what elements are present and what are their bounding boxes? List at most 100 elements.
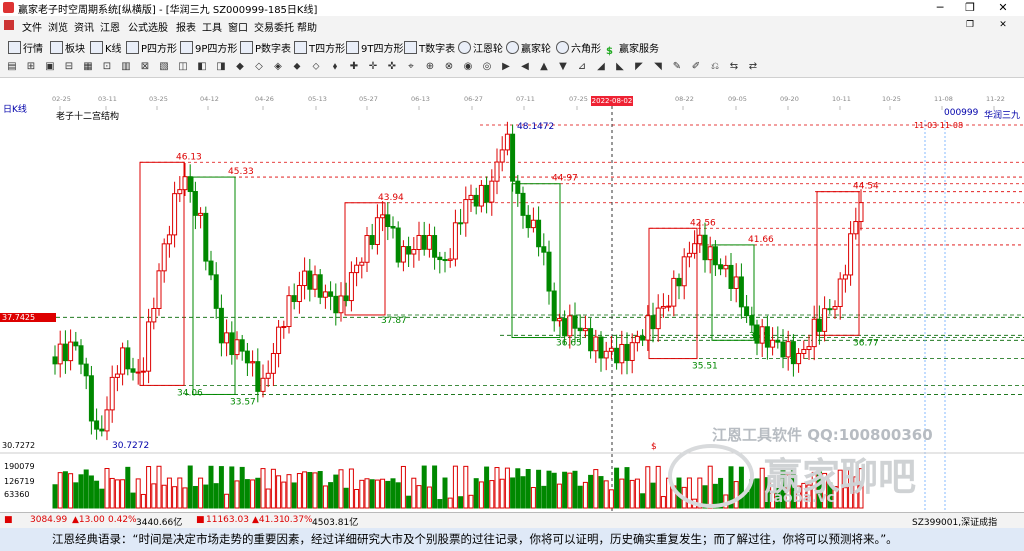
draw-tool-icon[interactable]: ⬦: [310, 61, 322, 73]
draw-tool-icon[interactable]: ◥: [652, 61, 664, 73]
draw-tool-icon[interactable]: ⊿: [576, 61, 588, 73]
volume-bar: [452, 465, 458, 509]
draw-tool-icon[interactable]: ◫: [177, 61, 189, 73]
menu-formula[interactable]: 公式选股: [128, 19, 168, 34]
date-tick: 03-25: [149, 95, 168, 103]
candle-body: [317, 274, 323, 298]
draw-tool-icon[interactable]: ▦: [82, 61, 94, 73]
draw-tool-icon[interactable]: ▤: [6, 61, 18, 73]
draw-tool-icon[interactable]: ⇆: [728, 61, 740, 73]
draw-tool-icon[interactable]: ⊗: [443, 61, 455, 73]
draw-tool-icon[interactable]: ◉: [462, 61, 474, 73]
draw-tool-icon[interactable]: ▼: [557, 61, 569, 73]
draw-tool-icon[interactable]: ◨: [215, 61, 227, 73]
tb-kline-button[interactable]: K线: [90, 40, 122, 55]
inner-restore-icon[interactable]: ❐: [955, 18, 985, 34]
candle-body: [265, 372, 271, 379]
candle-body: [515, 180, 521, 194]
quote-bar: 江恩经典语录：“时间是决定市场走势的重要因素，经过详细研究大市及个别股票的过往记…: [0, 528, 1024, 551]
draw-tool-icon[interactable]: ◇: [253, 61, 265, 73]
candle-body: [525, 214, 531, 229]
tb-label: K线: [105, 44, 122, 55]
draw-tool-icon[interactable]: ◢: [595, 61, 607, 73]
draw-tool-icon[interactable]: ◈: [272, 61, 284, 73]
candle-body: [811, 318, 817, 348]
date-axis: 02-25 03-11 03-25 04-12 04-26 05-13 05-27 06-13…: [0, 95, 1024, 106]
menu-file[interactable]: 文件: [22, 19, 42, 34]
tb-sector-button[interactable]: 板块: [50, 40, 85, 55]
tb-9p-square-button[interactable]: 9P四方形: [180, 40, 237, 55]
sh-index[interactable]: 3084.99: [30, 515, 67, 525]
menu-tools[interactable]: 工具: [202, 19, 222, 34]
tb-quote-button[interactable]: 行情: [8, 40, 43, 55]
tb-p-square-button[interactable]: P四方形: [126, 40, 177, 55]
tb-winner-wheel-button[interactable]: 赢家轮: [506, 40, 551, 55]
menu-browse[interactable]: 浏览: [48, 19, 68, 34]
menu-trade[interactable]: 交易委托: [254, 19, 294, 34]
draw-tool-icon[interactable]: ⊠: [139, 61, 151, 73]
draw-tool-icon[interactable]: ▶: [500, 61, 512, 73]
draw-tool-icon[interactable]: ✐: [690, 61, 702, 73]
draw-tool-icon[interactable]: ◎: [481, 61, 493, 73]
tb-t-number-button[interactable]: T数字表: [404, 40, 455, 55]
candle-body: [343, 295, 349, 302]
draw-tool-icon[interactable]: ▣: [44, 61, 56, 73]
draw-tool-icon[interactable]: ⎌: [709, 61, 721, 73]
minimize-button[interactable]: ─: [925, 0, 955, 16]
draw-tool-icon[interactable]: ✛: [367, 61, 379, 73]
volume-bar: [338, 469, 344, 509]
draw-tool-icon[interactable]: ✚: [348, 61, 360, 73]
low-price-label: 30.7272: [112, 441, 150, 451]
tb-hexagon-button[interactable]: 六角形: [556, 40, 601, 55]
candle-body: [156, 270, 162, 309]
menu-news[interactable]: 资讯: [74, 19, 94, 34]
draw-tool-icon[interactable]: ◆: [234, 61, 246, 73]
close-button[interactable]: ✕: [988, 0, 1018, 16]
sz-index[interactable]: 11163.03: [206, 515, 249, 525]
candle-body: [385, 214, 391, 228]
tb-label: 六角形: [571, 44, 601, 55]
draw-tool-icon[interactable]: ◤: [633, 61, 645, 73]
draw-tool-icon[interactable]: ◀: [519, 61, 531, 73]
draw-tool-icon[interactable]: ◧: [196, 61, 208, 73]
draw-tool-icon[interactable]: ▲: [538, 61, 550, 73]
menu-report[interactable]: 报表: [176, 19, 196, 34]
candle-body: [161, 243, 167, 272]
draw-tool-icon[interactable]: ▧: [158, 61, 170, 73]
candle-body: [395, 227, 401, 263]
draw-tool-icon[interactable]: ⌖: [405, 61, 417, 73]
draw-tool-icon[interactable]: ⊡: [101, 61, 113, 73]
draw-tool-icon[interactable]: ▥: [120, 61, 132, 73]
draw-tool-icon[interactable]: ⇄: [747, 61, 759, 73]
volume-bar: [520, 476, 526, 509]
draw-tool-icon[interactable]: ⬥: [291, 61, 303, 73]
volume-bar: [192, 485, 198, 509]
volume-bar: [57, 472, 63, 509]
candle-body: [374, 217, 380, 245]
tb-gann-wheel-button[interactable]: 江恩轮: [458, 40, 503, 55]
gann-wheel-icon: [458, 41, 471, 54]
draw-tool-icon[interactable]: ✜: [386, 61, 398, 73]
draw-tool-icon[interactable]: ✎: [671, 61, 683, 73]
volume-bar: [125, 466, 131, 509]
candle-body: [307, 270, 313, 290]
volume-bar: [172, 486, 178, 509]
sh-amount: 3440.66亿: [136, 518, 183, 528]
restore-button[interactable]: ❐: [955, 0, 985, 16]
volume-bar: [437, 499, 443, 509]
date-tick: 05-13: [308, 95, 327, 103]
draw-tool-icon[interactable]: ◣: [614, 61, 626, 73]
draw-tool-icon[interactable]: ⊟: [63, 61, 75, 73]
inner-close-icon[interactable]: ✕: [988, 18, 1018, 34]
draw-tool-icon[interactable]: ⬧: [329, 61, 341, 73]
menu-help[interactable]: 帮助: [297, 19, 317, 34]
draw-tool-icon[interactable]: ⊕: [424, 61, 436, 73]
tb-9t-square-button[interactable]: 9T四方形: [346, 40, 403, 55]
tb-p-number-button[interactable]: P数字表: [240, 40, 291, 55]
menu-gann[interactable]: 江恩: [100, 19, 120, 34]
tb-t-square-button[interactable]: T四方形: [294, 40, 345, 55]
menu-window[interactable]: 窗口: [228, 19, 248, 34]
tb-service-button[interactable]: $ 赢家服务: [606, 40, 659, 57]
draw-tool-icon[interactable]: ⊞: [25, 61, 37, 73]
candle-body: [510, 133, 516, 182]
